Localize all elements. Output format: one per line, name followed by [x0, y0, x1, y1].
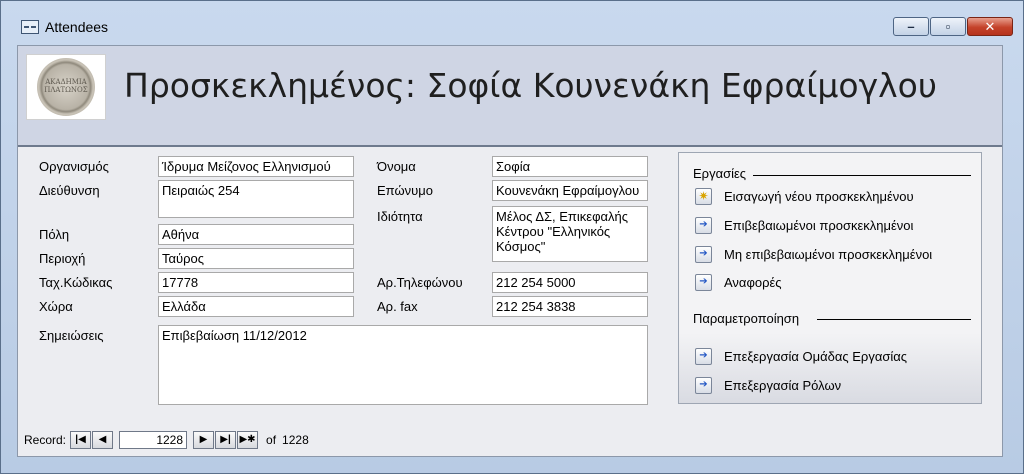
fax-field[interactable]: 212 254 3838 [492, 296, 648, 317]
arrow-right-icon[interactable]: ➔ [695, 216, 712, 234]
first-record-button[interactable]: |◀ [70, 431, 92, 449]
notes-label: Σημειώσεις [39, 328, 104, 343]
region-label: Περιοχή [39, 251, 86, 266]
form-body: ΑΚΑΔΗΜΙΑ ΠΛΑΤΩΝΟΣ Προσκεκλημένος: Σοφία … [17, 45, 1003, 457]
arrow-right-icon[interactable]: ➔ [695, 273, 712, 291]
tasks-panel: Εργασίες ✷ Εισαγωγή νέου προσκεκλημένου … [678, 152, 982, 404]
last-name-field[interactable]: Κουνενάκη Εφραίμογλου [492, 180, 648, 201]
role-label: Ιδιότητα [377, 209, 423, 224]
arrow-right-icon[interactable]: ➔ [695, 376, 712, 394]
phone-field[interactable]: 212 254 5000 [492, 272, 648, 293]
postal-code-field[interactable]: 17778 [158, 272, 354, 293]
settings-divider [817, 319, 971, 320]
address-field[interactable]: Πειραιώς 254 [158, 180, 354, 218]
task-label: Επεξεργασία Ομάδας Εργασίας [724, 348, 908, 364]
record-navigator: Record: |◀ ◀ 1228 ▶ ▶| ▶✱ of 1228 [24, 430, 309, 450]
of-label: of [266, 433, 277, 447]
next-record-button[interactable]: ▶ [193, 431, 215, 449]
task-confirmed-attendees[interactable]: ➔ Επιβεβαιωμένοι προσκεκλημένοι [695, 215, 913, 235]
arrow-right-icon[interactable]: ➔ [695, 347, 712, 365]
new-record-icon: ▶✱ [239, 434, 256, 445]
role-field[interactable]: Μέλος ΔΣ, Επικεφαλής Κέντρου "Ελληνικός … [492, 206, 648, 262]
task-label: Επεξεργασία Ρόλων [724, 377, 842, 393]
close-button[interactable]: ✕ [967, 17, 1013, 36]
next-record-icon: ▶ [199, 434, 208, 445]
form-icon [21, 20, 39, 34]
window-title: Attendees [45, 19, 109, 35]
attendees-window: Attendees – ▫ ✕ ΑΚΑΔΗΜΙΑ ΠΛΑΤΩΝΟΣ Προσκε… [0, 0, 1024, 474]
task-label: Επιβεβαιωμένοι προσκεκλημένοι [724, 217, 914, 233]
notes-field[interactable]: Επιβεβαίωση 11/12/2012 [158, 325, 648, 405]
task-new-attendee[interactable]: ✷ Εισαγωγή νέου προσκεκλημένου [695, 186, 914, 206]
new-record-icon[interactable]: ✷ [695, 187, 712, 205]
form-header: ΑΚΑΔΗΜΙΑ ΠΛΑΤΩΝΟΣ Προσκεκλημένος: Σοφία … [18, 46, 1002, 147]
logo-text: ΑΚΑΔΗΜΙΑ ΠΛΑΤΩΝΟΣ [44, 78, 88, 94]
task-edit-roles[interactable]: ➔ Επεξεργασία Ρόλων [695, 375, 841, 395]
last-record-button[interactable]: ▶| [215, 431, 237, 449]
country-field[interactable]: Ελλάδα [158, 296, 354, 317]
first-name-field[interactable]: Σοφία [492, 156, 648, 177]
address-label: Διεύθυνση [39, 183, 100, 198]
first-record-icon: |◀ [75, 434, 86, 445]
close-icon: ✕ [984, 19, 996, 34]
current-record-input[interactable]: 1228 [119, 431, 188, 449]
task-label: Εισαγωγή νέου προσκεκλημένου [724, 188, 914, 204]
organization-label: Οργανισμός [39, 159, 109, 174]
region-field[interactable]: Ταύρος [158, 248, 354, 269]
fax-label: Αρ. fax [377, 299, 418, 314]
task-edit-workgroup[interactable]: ➔ Επεξεργασία Ομάδας Εργασίας [695, 346, 907, 366]
restore-button[interactable]: ▫ [930, 17, 966, 36]
total-records: 1228 [282, 433, 309, 447]
restore-icon: ▫ [945, 19, 951, 34]
tasks-heading: Εργασίες [693, 166, 747, 181]
seal-icon: ΑΚΑΔΗΜΙΑ ΠΛΑΤΩΝΟΣ [37, 58, 95, 116]
minimize-button[interactable]: – [893, 17, 929, 36]
arrow-right-icon[interactable]: ➔ [695, 245, 712, 263]
title-bar[interactable]: Attendees – ▫ ✕ [1, 1, 1023, 41]
city-field[interactable]: Αθήνα [158, 224, 354, 245]
new-record-button[interactable]: ▶✱ [237, 431, 259, 449]
task-label: Αναφορές [724, 274, 782, 290]
first-name-label: Όνομα [377, 159, 416, 174]
academy-logo: ΑΚΑΔΗΜΙΑ ΠΛΑΤΩΝΟΣ [26, 54, 106, 120]
tasks-divider [753, 175, 971, 176]
previous-record-icon: ◀ [98, 434, 107, 445]
organization-field[interactable]: Ίδρυμα Μείζονος Ελληνισμού [158, 156, 354, 177]
last-record-icon: ▶| [220, 434, 231, 445]
settings-heading: Παραμετροποίηση [693, 311, 800, 326]
city-label: Πόλη [39, 227, 70, 242]
postal-code-label: Ταχ.Κώδικας [39, 275, 113, 290]
task-label: Μη επιβεβαιωμένοι προσκεκλημένοι [724, 246, 933, 262]
task-unconfirmed-attendees[interactable]: ➔ Μη επιβεβαιωμένοι προσκεκλημένοι [695, 244, 932, 264]
minimize-icon: – [907, 19, 915, 34]
record-label: Record: [24, 433, 67, 447]
task-reports[interactable]: ➔ Αναφορές [695, 272, 782, 292]
page-title: Προσκεκλημένος: Σοφία Κουνενάκη Εφραίμογ… [124, 66, 937, 105]
last-name-label: Επώνυμο [377, 183, 433, 198]
phone-label: Αρ.Τηλεφώνου [377, 275, 463, 290]
country-label: Χώρα [39, 299, 73, 314]
previous-record-button[interactable]: ◀ [92, 431, 114, 449]
